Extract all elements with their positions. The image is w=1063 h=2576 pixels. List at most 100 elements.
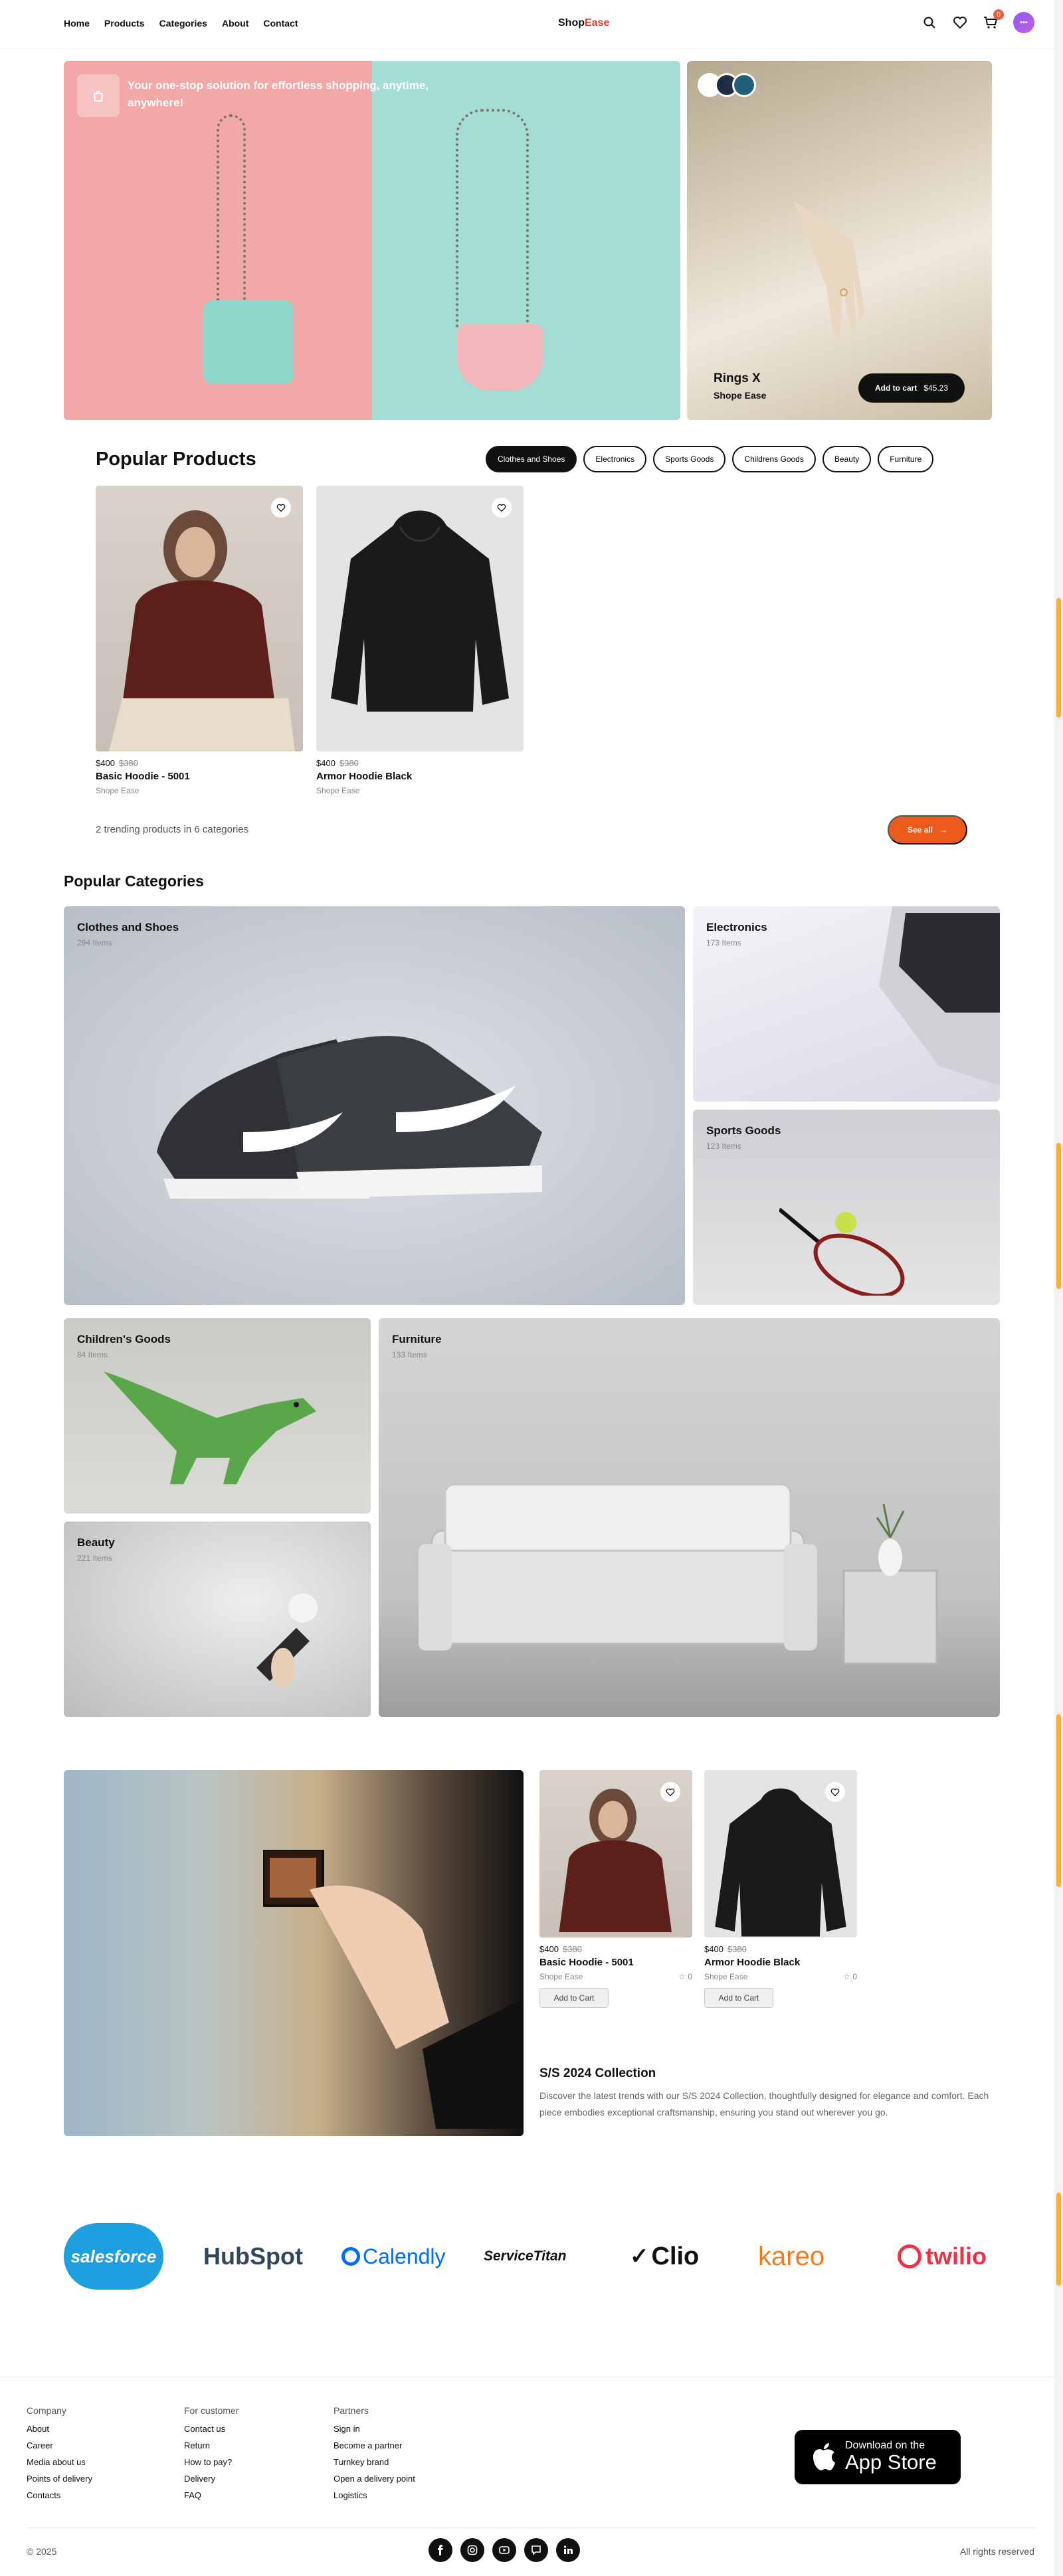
- footer-link[interactable]: FAQ: [184, 2490, 239, 2500]
- category-name: Electronics: [706, 921, 767, 934]
- add-to-cart-label: Add to cart: [874, 383, 918, 393]
- color-swatch-teal[interactable]: [732, 73, 756, 97]
- rating-value: 0: [852, 1972, 857, 1981]
- cart-count-badge: 0: [993, 9, 1004, 20]
- app-store-button[interactable]: Download on the App Store: [795, 2430, 961, 2484]
- collection-product-card[interactable]: $400 $380 Basic Hoodie - 5001 Shope Ease …: [539, 1770, 692, 2008]
- app-store-line2: App Store: [845, 2450, 937, 2474]
- product-name[interactable]: Basic Hoodie - 5001: [96, 771, 303, 782]
- featured-product-card[interactable]: Rings X Shope Ease Add to cart $45.23: [687, 61, 992, 420]
- linkedin-icon[interactable]: [556, 2538, 580, 2562]
- tennis-racket-illustration: [779, 1207, 905, 1296]
- heart-icon[interactable]: [952, 15, 968, 31]
- footer-link[interactable]: Contact us: [184, 2424, 239, 2434]
- category-name: Beauty: [77, 1536, 115, 1549]
- apple-icon: [813, 2443, 835, 2470]
- chat-icon[interactable]: [524, 2538, 548, 2562]
- hoodie-model-illustration: [109, 510, 295, 751]
- site-header: Home Products Categories About Contact S…: [0, 0, 1054, 49]
- product-image[interactable]: [96, 486, 303, 751]
- servicetitan-logo: ServiceTitan: [484, 2248, 567, 2264]
- wishlist-heart-icon[interactable]: [825, 1782, 845, 1802]
- footer-column-title: For customer: [184, 2405, 239, 2416]
- nav-home[interactable]: Home: [64, 18, 90, 29]
- product-meta-row: Shope Ease ☆ 0: [539, 1972, 692, 1981]
- category-name: Furniture: [392, 1333, 442, 1345]
- product-brand: Shope Ease: [539, 1972, 583, 1981]
- product-card[interactable]: $400 $380 Armor Hoodie Black Shope Ease: [316, 486, 524, 795]
- footer-link[interactable]: Become a partner: [334, 2440, 415, 2450]
- filter-chip-sports-goods[interactable]: Sports Goods: [653, 446, 726, 472]
- sofa-illustration: [419, 1483, 938, 1665]
- hero-banner: Your one-stop solution for effortless sh…: [64, 61, 680, 420]
- footer-link[interactable]: About: [27, 2424, 92, 2434]
- product-price-row: $400 $380: [539, 1944, 692, 1954]
- facebook-icon[interactable]: [429, 2538, 452, 2562]
- film-strip-hand-illustration: [263, 1850, 524, 2129]
- add-to-cart-button[interactable]: Add to Cart: [539, 1988, 609, 2008]
- nav-about[interactable]: About: [222, 18, 248, 29]
- category-card-furniture[interactable]: Furniture 133 Items: [379, 1318, 1000, 1717]
- product-name[interactable]: Armor Hoodie Black: [704, 1957, 857, 1968]
- user-avatar[interactable]: •••: [1013, 12, 1034, 33]
- wishlist-heart-icon[interactable]: [492, 498, 512, 518]
- filter-chip-childrens-goods[interactable]: Childrens Goods: [732, 446, 816, 472]
- featured-product-price: $45.23: [923, 383, 949, 393]
- nav-categories[interactable]: Categories: [159, 18, 207, 29]
- add-to-cart-button[interactable]: Add to cart $45.23: [858, 373, 965, 403]
- cart-button[interactable]: 0: [983, 9, 1004, 31]
- footer-link[interactable]: Turnkey brand: [334, 2457, 415, 2467]
- search-icon[interactable]: [921, 15, 937, 31]
- product-price-row: $400 $380: [96, 758, 303, 768]
- category-card-sports-goods[interactable]: Sports Goods 123 Items: [693, 1110, 1000, 1305]
- see-all-button[interactable]: See all →: [888, 815, 967, 844]
- category-card-electronics[interactable]: Electronics 173 Items: [693, 906, 1000, 1102]
- footer-link[interactable]: Delivery: [184, 2474, 239, 2484]
- product-price-row: $400 $380: [704, 1944, 857, 1954]
- footer-link[interactable]: Sign in: [334, 2424, 415, 2434]
- product-card[interactable]: $400 $380 Basic Hoodie - 5001 Shope Ease: [96, 486, 303, 795]
- footer-link[interactable]: Media about us: [27, 2457, 92, 2467]
- collection-product-card[interactable]: $400 $380 Armor Hoodie Black Shope Ease ☆…: [704, 1770, 857, 2008]
- copyright-text: © 2025: [27, 2546, 57, 2557]
- page-scrollbar[interactable]: [1054, 0, 1063, 2576]
- product-name[interactable]: Basic Hoodie - 5001: [539, 1957, 692, 1968]
- category-card-clothes-and-shoes[interactable]: Clothes and Shoes 294 Items: [64, 906, 685, 1305]
- product-image[interactable]: [704, 1770, 857, 1937]
- clio-logo: ✓ Clio: [630, 2223, 699, 2290]
- footer-link[interactable]: How to pay?: [184, 2457, 239, 2467]
- makeup-brush-illustration: [256, 1593, 318, 1688]
- page: Home Products Categories About Contact S…: [0, 0, 1054, 2576]
- wishlist-heart-icon[interactable]: [271, 498, 291, 518]
- category-card-childrens-goods[interactable]: Children's Goods 84 Items: [64, 1318, 371, 1514]
- product-name[interactable]: Armor Hoodie Black: [316, 771, 524, 782]
- filter-chip-clothes-and-shoes[interactable]: Clothes and Shoes: [486, 446, 577, 472]
- collection-title: S/S 2024 Collection: [539, 2066, 656, 2080]
- instagram-icon[interactable]: [460, 2538, 484, 2562]
- main-nav: Home Products Categories About Contact: [64, 18, 298, 29]
- site-logo[interactable]: ShopEase: [558, 17, 609, 29]
- nav-contact[interactable]: Contact: [263, 18, 298, 29]
- footer-link[interactable]: Contacts: [27, 2490, 92, 2500]
- check-circle-icon: ✓: [630, 2244, 649, 2269]
- filter-chip-beauty[interactable]: Beauty: [822, 446, 872, 472]
- footer-link[interactable]: Points of delivery: [27, 2474, 92, 2484]
- footer-link[interactable]: Logistics: [334, 2490, 415, 2500]
- featured-product-brand: Shope Ease: [714, 390, 767, 401]
- footer-link[interactable]: Open a delivery point: [334, 2474, 415, 2484]
- youtube-icon[interactable]: [492, 2538, 516, 2562]
- product-image[interactable]: [539, 1770, 692, 1937]
- footer-link[interactable]: Return: [184, 2440, 239, 2450]
- filter-chip-furniture[interactable]: Furniture: [878, 446, 934, 472]
- category-card-beauty[interactable]: Beauty 221 Items: [64, 1522, 371, 1717]
- category-name: Clothes and Shoes: [77, 921, 179, 934]
- wishlist-heart-icon[interactable]: [660, 1782, 680, 1802]
- add-to-cart-button[interactable]: Add to Cart: [704, 1988, 773, 2008]
- calendly-logo: Calendly: [341, 2223, 446, 2290]
- bag-chain-graphic: [456, 109, 529, 328]
- product-image[interactable]: [316, 486, 524, 751]
- filter-chip-electronics[interactable]: Electronics: [583, 446, 647, 472]
- footer-link[interactable]: Career: [27, 2440, 92, 2450]
- nav-products[interactable]: Products: [104, 18, 145, 29]
- star-icon: ☆: [678, 1972, 686, 1981]
